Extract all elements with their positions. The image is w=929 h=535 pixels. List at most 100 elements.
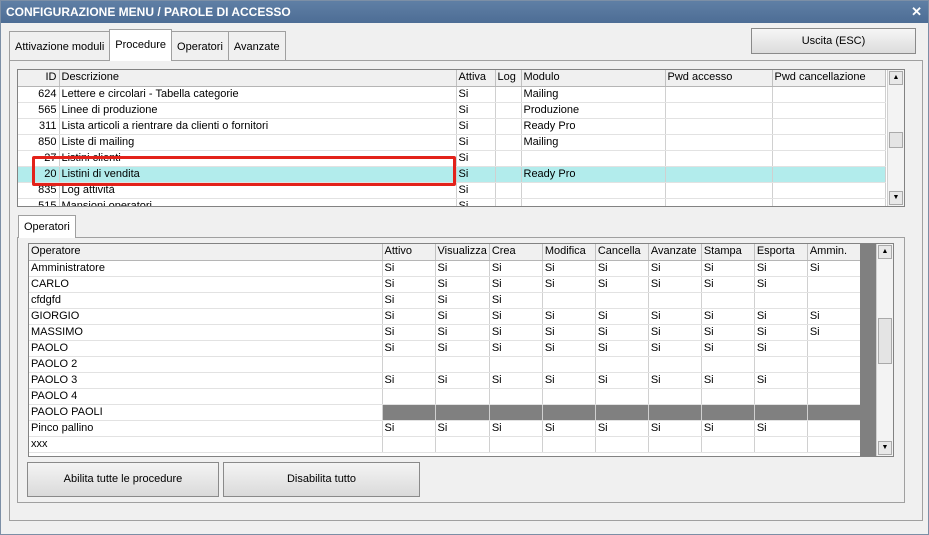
operator-cell-esporta[interactable] <box>754 292 808 309</box>
operator-cell-avanzate[interactable] <box>648 356 702 373</box>
operator-cell-attivo[interactable]: Si <box>382 292 436 309</box>
procedure-row[interactable]: 311 Lista articoli a rientrare da clienti… <box>18 118 886 135</box>
procedure-cell-pwd-cancellazione[interactable] <box>772 86 886 103</box>
operator-cell-crea[interactable] <box>489 436 543 453</box>
procedure-cell-pwd-accesso[interactable] <box>665 102 773 119</box>
operator-cell-operatore[interactable]: cfdgfd <box>29 292 383 309</box>
operator-cell-modifica[interactable]: Si <box>542 372 596 389</box>
operator-cell-operatore[interactable]: Amministratore <box>29 260 383 277</box>
operator-cell-attivo[interactable]: Si <box>382 420 436 437</box>
operator-row[interactable]: xxx <box>29 436 861 453</box>
operator-cell-ammin[interactable] <box>807 292 861 309</box>
col-header-avanzate[interactable]: Avanzate <box>648 244 702 261</box>
operator-cell-visualizza[interactable]: Si <box>435 324 490 341</box>
col-header-esporta[interactable]: Esporta <box>754 244 808 261</box>
operator-cell-visualizza[interactable]: Si <box>435 420 490 437</box>
procedures-scroll-thumb[interactable] <box>889 132 903 148</box>
operator-cell-attivo[interactable]: Si <box>382 340 436 357</box>
col-header-attiva[interactable]: Attiva <box>456 70 496 87</box>
operator-cell-operatore[interactable]: PAOLO 4 <box>29 388 383 405</box>
operator-cell-crea[interactable] <box>489 388 543 405</box>
operator-cell-modifica[interactable] <box>542 436 596 453</box>
procedure-cell-pwd-cancellazione[interactable] <box>772 182 886 199</box>
operator-cell-visualizza[interactable] <box>435 356 490 373</box>
operator-cell-ammin[interactable]: Si <box>807 260 861 277</box>
procedure-cell-modulo[interactable] <box>521 198 666 206</box>
procedure-cell-modulo[interactable]: Ready Pro <box>521 166 666 183</box>
operator-cell-stampa[interactable] <box>701 356 755 373</box>
col-header-cancella[interactable]: Cancella <box>595 244 649 261</box>
operator-cell-ammin[interactable]: Si <box>807 308 861 325</box>
operator-cell-cancella[interactable]: Si <box>595 372 649 389</box>
operator-cell-crea[interactable]: Si <box>489 292 543 309</box>
procedure-cell-id[interactable]: 565 <box>18 102 60 119</box>
enable-all-button[interactable]: Abilita tutte le procedure <box>27 462 219 497</box>
col-header-descrizione[interactable]: Descrizione <box>59 70 457 87</box>
procedure-row[interactable]: 515 Mansioni operatori Si <box>18 198 886 206</box>
operator-cell-stampa[interactable]: Si <box>701 260 755 277</box>
operator-cell-cancella[interactable] <box>595 388 649 405</box>
procedures-scrollbar[interactable]: ▲ ▼ <box>887 70 904 206</box>
operator-cell-cancella[interactable]: Si <box>595 324 649 341</box>
procedure-cell-descrizione[interactable]: Liste di mailing <box>59 134 457 151</box>
procedure-cell-descrizione[interactable]: Lettere e circolari - Tabella categorie <box>59 86 457 103</box>
operator-cell-cancella[interactable]: Si <box>595 308 649 325</box>
operator-cell-modifica[interactable]: Si <box>542 308 596 325</box>
tab-operatori[interactable]: Operatori <box>171 31 229 61</box>
procedure-cell-pwd-accesso[interactable] <box>665 150 773 167</box>
operator-cell-esporta[interactable] <box>754 436 808 453</box>
col-header-operatore[interactable]: Operatore <box>29 244 383 261</box>
exit-button[interactable]: Uscita (ESC) <box>751 28 916 54</box>
operator-cell-stampa[interactable] <box>701 388 755 405</box>
procedure-cell-modulo[interactable] <box>521 150 666 167</box>
close-icon[interactable]: ✕ <box>911 1 922 23</box>
procedure-cell-id[interactable]: 850 <box>18 134 60 151</box>
operator-cell-esporta[interactable]: Si <box>754 260 808 277</box>
col-header-id[interactable]: ID <box>18 70 60 87</box>
operator-cell-cancella[interactable] <box>595 404 649 421</box>
operator-cell-modifica[interactable]: Si <box>542 420 596 437</box>
operator-cell-operatore[interactable]: xxx <box>29 436 383 453</box>
col-header-visualizza[interactable]: Visualizza <box>435 244 490 261</box>
operator-cell-avanzate[interactable]: Si <box>648 308 702 325</box>
operator-cell-cancella[interactable] <box>595 436 649 453</box>
operator-cell-visualizza[interactable]: Si <box>435 340 490 357</box>
procedure-row[interactable]: 20 Listini di vendita Si Ready Pro <box>18 166 886 183</box>
operator-cell-esporta[interactable]: Si <box>754 324 808 341</box>
procedure-cell-pwd-accesso[interactable] <box>665 118 773 135</box>
procedure-cell-attiva[interactable]: Si <box>456 166 496 183</box>
operator-cell-operatore[interactable]: PAOLO 2 <box>29 356 383 373</box>
procedure-cell-descrizione[interactable]: Listini di vendita <box>59 166 457 183</box>
operator-cell-cancella[interactable]: Si <box>595 420 649 437</box>
procedure-cell-descrizione[interactable]: Linee di produzione <box>59 102 457 119</box>
operator-cell-cancella[interactable] <box>595 292 649 309</box>
procedure-cell-id[interactable]: 835 <box>18 182 60 199</box>
operator-cell-attivo[interactable]: Si <box>382 260 436 277</box>
operator-cell-attivo[interactable] <box>382 388 436 405</box>
operator-cell-visualizza[interactable] <box>435 404 490 421</box>
operator-cell-attivo[interactable] <box>382 356 436 373</box>
col-header-attivo[interactable]: Attivo <box>382 244 436 261</box>
operator-cell-crea[interactable] <box>489 404 543 421</box>
operator-cell-crea[interactable]: Si <box>489 276 543 293</box>
procedure-cell-descrizione[interactable]: Listini clienti <box>59 150 457 167</box>
operator-cell-ammin[interactable] <box>807 388 861 405</box>
procedure-cell-pwd-accesso[interactable] <box>665 182 773 199</box>
procedure-cell-pwd-accesso[interactable] <box>665 86 773 103</box>
operator-cell-avanzate[interactable]: Si <box>648 372 702 389</box>
operator-cell-visualizza[interactable] <box>435 436 490 453</box>
procedure-cell-id[interactable]: 311 <box>18 118 60 135</box>
operator-cell-esporta[interactable] <box>754 404 808 421</box>
procedure-cell-pwd-accesso[interactable] <box>665 166 773 183</box>
operators-scroll-thumb[interactable] <box>878 318 892 364</box>
procedure-cell-id[interactable]: 624 <box>18 86 60 103</box>
procedure-cell-modulo[interactable]: Produzione <box>521 102 666 119</box>
operator-cell-visualizza[interactable] <box>435 388 490 405</box>
procedure-cell-id[interactable]: 515 <box>18 198 60 206</box>
operator-cell-visualizza[interactable]: Si <box>435 372 490 389</box>
procedure-cell-descrizione[interactable]: Mansioni operatori <box>59 198 457 206</box>
col-header-ammin[interactable]: Ammin. <box>807 244 861 261</box>
procedure-cell-attiva[interactable]: Si <box>456 102 496 119</box>
col-header-modifica[interactable]: Modifica <box>542 244 596 261</box>
operator-cell-stampa[interactable] <box>701 436 755 453</box>
